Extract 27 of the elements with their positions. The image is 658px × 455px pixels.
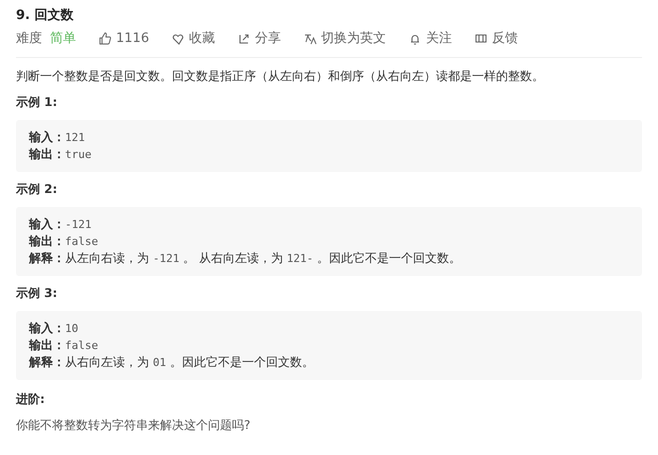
toolbar-button[interactable]: 1116 bbox=[98, 29, 150, 48]
toolbar-button[interactable]: 切换为英文 bbox=[303, 29, 386, 48]
example-heading: 示例 1: bbox=[16, 94, 58, 110]
example-heading: 示例 2: bbox=[16, 180, 58, 198]
example-line: 输出：true bbox=[29, 146, 92, 162]
example-line: 输出：false bbox=[29, 232, 100, 250]
problem-title: 9. 回文数 bbox=[16, 7, 75, 25]
example-line: 输出：false bbox=[29, 336, 100, 354]
example-line: 输入：10 bbox=[29, 320, 80, 336]
description-text: 判断一个整数是否是回文数。回文数是指正序（从左向右）和倒序（从右向左）读都是一样的整数。 bbox=[16, 68, 545, 84]
difficulty-label: 难度 bbox=[16, 30, 42, 48]
example-line: 解释：从右向左读，为 01 。因此它不是一个回文数。 bbox=[29, 354, 315, 370]
toolbar-button[interactable]: 反馈 bbox=[474, 29, 518, 48]
heart-icon bbox=[171, 32, 186, 46]
share-icon bbox=[237, 32, 252, 46]
example-line: 输入：-121 bbox=[29, 216, 92, 232]
toolbar-button[interactable]: 收藏 bbox=[171, 29, 216, 48]
example-line: 解释：从左向右读，为 -121 。 从右向左读，为 121- 。因此它不是一个回文数。 bbox=[29, 250, 462, 266]
toolbar-button[interactable]: 关注 bbox=[408, 29, 452, 48]
advanced-text: 你能不将整数转为字符串来解决这个问题吗? bbox=[16, 416, 252, 434]
example-heading: 示例 3: bbox=[16, 284, 58, 302]
thumbs-up-icon bbox=[98, 32, 112, 46]
difficulty-value: 简单 bbox=[50, 30, 76, 48]
toolbar-button[interactable]: 分享 bbox=[237, 29, 282, 48]
example-line: 输入：121 bbox=[29, 128, 86, 146]
translate-icon bbox=[303, 32, 318, 46]
advanced-heading: 进阶: bbox=[16, 390, 46, 408]
